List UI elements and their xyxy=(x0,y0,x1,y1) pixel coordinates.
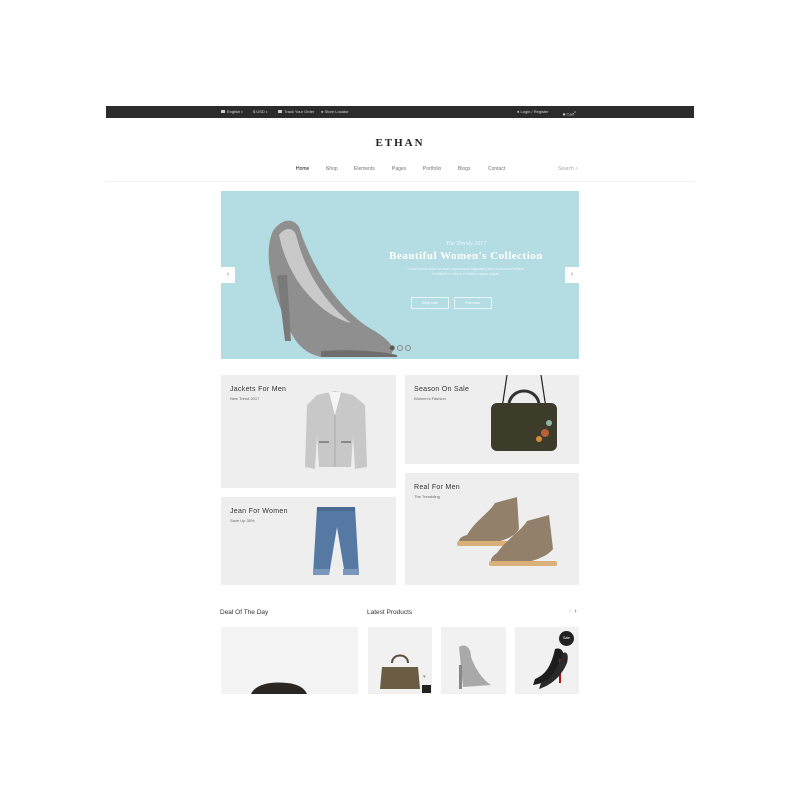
header-divider xyxy=(106,181,694,182)
sale-badge: Sale xyxy=(559,631,574,646)
silver-sandal-image xyxy=(459,645,491,689)
cart-icon[interactable] xyxy=(422,685,431,693)
language-label: English xyxy=(227,109,241,114)
banner-jackets-men[interactable]: Jackets For Men New Trend 2017 xyxy=(221,375,396,488)
hero-description: Lorem ipsum dolor sit amet, consectetur … xyxy=(371,267,561,277)
handbag-image xyxy=(380,654,420,689)
chevron-down-icon: ▾ xyxy=(296,166,298,170)
latest-products-heading: Latest Products xyxy=(367,609,413,616)
hero-description-line: incididunt ut labore et dolore magna ali… xyxy=(432,272,500,276)
banner-jean-women[interactable]: Jean For Women Save Up 35% xyxy=(221,497,396,585)
account-separator: / xyxy=(531,109,533,114)
deal-of-day-heading: Deal Of The Day xyxy=(220,609,269,616)
truck-icon xyxy=(278,110,282,114)
hero-next-arrow[interactable]: › xyxy=(565,267,579,283)
hero-subtitle: The Trendy 2017 xyxy=(445,241,487,247)
register-link[interactable]: Register xyxy=(534,109,549,114)
boots-image xyxy=(457,497,557,566)
product-card[interactable] xyxy=(441,627,506,694)
search-icon: ⌕ xyxy=(575,166,579,172)
banner-real-men[interactable]: Real For Men The Trendding xyxy=(405,473,579,585)
nav-label: Contact xyxy=(488,166,506,172)
hero-slider[interactable]: The Trendy 2017 Beautiful Women's Collec… xyxy=(221,191,579,359)
nav-label: Pages xyxy=(392,166,407,172)
jacket-image xyxy=(305,391,367,469)
cart-label: Cart xyxy=(566,111,575,117)
language-selector[interactable]: English▾ xyxy=(221,106,243,118)
chevron-down-icon: ▾ xyxy=(265,110,268,114)
hero-prev-arrow[interactable]: ‹ xyxy=(221,267,235,283)
cart-icon: ■ xyxy=(563,111,566,117)
search-placeholder: Search xyxy=(558,166,574,172)
products-pager: ‹ › xyxy=(569,608,580,615)
chevron-down-icon: ▾ xyxy=(458,166,460,170)
currency-selector[interactable]: $ USD▾ xyxy=(253,106,267,118)
purchase-button[interactable]: Purchase xyxy=(454,297,492,309)
top-bar: English▾ $ USD▾ Track Your Order ● Store… xyxy=(106,106,694,118)
handbag-image xyxy=(491,375,557,451)
store-locator-label: Store Locator xyxy=(324,109,349,114)
chevron-down-icon: ▾ xyxy=(423,166,425,170)
site-logo[interactable]: ETHAN xyxy=(0,137,800,149)
chevron-down-icon: ▾ xyxy=(392,166,394,170)
shop-now-button[interactable]: Shop Now xyxy=(411,297,449,309)
slide-dot[interactable] xyxy=(397,345,403,351)
products-next-arrow[interactable]: › xyxy=(574,608,576,615)
flag-icon xyxy=(221,110,225,114)
search-box[interactable]: Search ⌕ xyxy=(558,166,578,172)
cart-count-badge: 0 xyxy=(574,110,576,114)
nav-label: Home xyxy=(296,166,310,172)
map-pin-icon: ● xyxy=(321,109,324,114)
slide-dot[interactable] xyxy=(389,345,395,351)
hero-title: Beautiful Women's Collection xyxy=(389,250,543,262)
store-locator-link[interactable]: ● Store Locator xyxy=(321,106,349,118)
heart-icon[interactable]: ♥ xyxy=(423,674,426,680)
chevron-down-icon: ▾ xyxy=(354,166,356,170)
account-links: ● Login / Register xyxy=(517,106,549,118)
track-order-label: Track Your Order xyxy=(284,109,315,114)
products-prev-arrow[interactable]: ‹ xyxy=(569,608,571,615)
jeans-image xyxy=(313,507,359,575)
track-order-link[interactable]: Track Your Order xyxy=(278,106,314,118)
chevron-down-icon: ▾ xyxy=(326,166,328,170)
slide-dot[interactable] xyxy=(405,345,411,351)
user-icon: ● xyxy=(517,109,520,114)
login-link[interactable]: Login xyxy=(521,109,531,114)
shoe-image xyxy=(251,682,307,694)
nav-label: Elements xyxy=(354,166,375,172)
currency-label: USD xyxy=(256,109,265,114)
chevron-down-icon: ▾ xyxy=(241,110,243,114)
nav-label: Portfolio xyxy=(423,166,442,172)
deal-product-card[interactable] xyxy=(221,627,358,694)
product-card[interactable]: ♥ xyxy=(368,627,432,694)
banner-season-sale[interactable]: Season On Sale Women's Fashion xyxy=(405,375,579,464)
cart-link[interactable]: ■ Cart0 xyxy=(563,106,576,118)
